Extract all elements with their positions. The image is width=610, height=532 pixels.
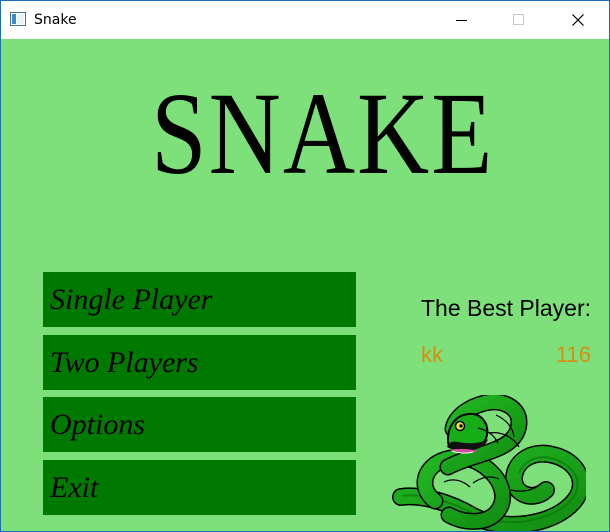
single-player-button[interactable]: Single Player bbox=[43, 272, 356, 327]
main-menu: Single Player Two Players Options Exit bbox=[43, 272, 356, 517]
close-icon bbox=[572, 14, 584, 26]
game-menu-screen: SNAKE Single Player Two Players Options … bbox=[1, 39, 609, 531]
minimize-icon bbox=[456, 20, 467, 21]
minimize-button[interactable] bbox=[439, 1, 485, 39]
exit-button[interactable]: Exit bbox=[43, 460, 356, 515]
best-player-heading: The Best Player: bbox=[421, 295, 592, 321]
app-window-icon bbox=[10, 12, 26, 26]
best-player-score: 116 bbox=[555, 342, 591, 367]
game-title: SNAKE bbox=[151, 67, 495, 199]
close-button[interactable] bbox=[555, 1, 601, 39]
snake-window: Snake SNAKE Single Player Two Players Op… bbox=[0, 0, 610, 532]
two-players-button[interactable]: Two Players bbox=[43, 335, 356, 390]
options-button[interactable]: Options bbox=[43, 397, 356, 452]
title-bar[interactable]: Snake bbox=[1, 1, 609, 39]
window-title: Snake bbox=[34, 12, 77, 28]
maximize-button[interactable] bbox=[496, 1, 542, 39]
best-player-name: kk bbox=[421, 342, 443, 367]
snake-illustration bbox=[392, 395, 586, 531]
maximize-icon bbox=[513, 14, 524, 25]
